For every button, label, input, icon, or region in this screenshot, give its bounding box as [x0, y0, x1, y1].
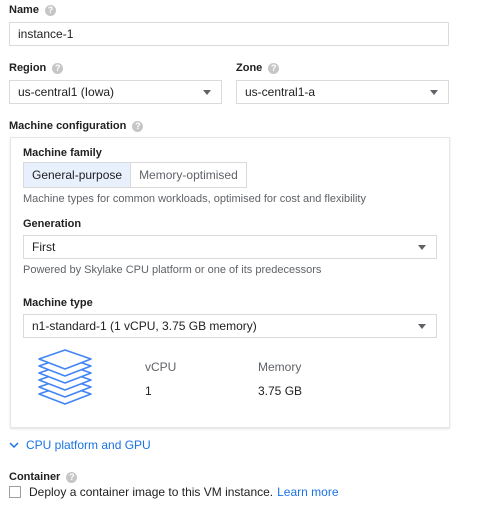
learn-more-link[interactable]: Learn more — [277, 485, 338, 499]
help-circle-icon[interactable]: ? — [44, 4, 56, 16]
cpu-platform-link[interactable]: CPU platform and GPU — [26, 438, 151, 452]
container-option: Deploy a container image to this VM inst… — [9, 485, 339, 499]
name-label: Name? — [9, 4, 56, 16]
machine-family-label: Machine family — [23, 147, 102, 159]
region-label: Region? — [9, 62, 64, 74]
caret-down-icon — [418, 324, 426, 329]
memory-value: 3.75 GB — [258, 384, 303, 398]
generation-label: Generation — [23, 218, 82, 230]
caret-down-icon — [430, 90, 438, 95]
caret-down-icon — [203, 90, 211, 95]
machine-configuration-card: Machine family General-purpose Memory-op… — [10, 137, 450, 428]
help-circle-icon[interactable]: ? — [132, 120, 144, 132]
machine-family-description: Machine types for common workloads, opti… — [23, 193, 366, 205]
machine-type-label: Machine type — [23, 297, 93, 309]
machine-family-memory-optimised[interactable]: Memory-optimised — [131, 163, 246, 187]
help-circle-icon[interactable]: ? — [66, 471, 78, 483]
container-checkbox-label: Deploy a container image to this VM inst… — [29, 485, 274, 499]
machine-family-general-purpose[interactable]: General-purpose — [24, 163, 132, 187]
zone-select[interactable]: us-central1-a — [236, 80, 449, 104]
vcpu-label: vCPU — [145, 360, 177, 374]
stacked-layers-icon — [38, 349, 92, 405]
name-input[interactable]: instance-1 — [9, 22, 449, 46]
machine-type-select[interactable]: n1-standard-1 (1 vCPU, 3.75 GB memory) — [23, 314, 437, 338]
cpu-platform-expander[interactable]: CPU platform and GPU — [9, 438, 151, 452]
zone-label: Zone? — [236, 62, 280, 74]
generation-description: Powered by Skylake CPU platform or one o… — [23, 264, 322, 276]
machine-configuration-label: Machine configuration? — [9, 120, 144, 132]
help-circle-icon[interactable]: ? — [52, 62, 64, 74]
region-select[interactable]: us-central1 (Iowa) — [9, 80, 222, 104]
container-label: Container? — [9, 471, 78, 483]
container-checkbox[interactable] — [9, 486, 21, 498]
vcpu-value: 1 — [145, 384, 152, 398]
generation-select[interactable]: First — [23, 235, 437, 259]
memory-label: Memory — [258, 360, 302, 374]
caret-down-icon — [418, 245, 426, 250]
help-circle-icon[interactable]: ? — [268, 62, 280, 74]
chevron-down-icon — [9, 442, 19, 449]
machine-family-toggle: General-purpose Memory-optimised — [23, 162, 247, 188]
